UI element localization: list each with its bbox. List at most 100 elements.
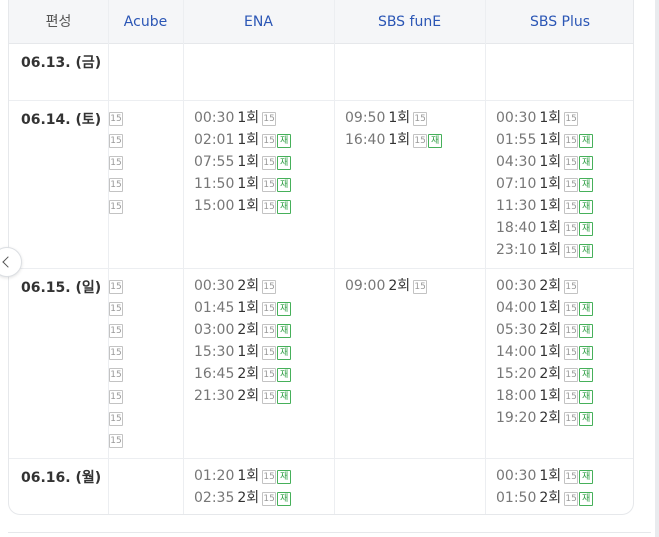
schedule-entry[interactable]: 09:00 2회 15	[345, 275, 428, 297]
schedule-entry[interactable]: 18:00 1회 15 재	[496, 385, 594, 407]
air-time: 19:20	[496, 410, 537, 426]
schedule-entry[interactable]: 21:30 2회 15 재	[194, 385, 292, 407]
rerun-badge: 재	[579, 412, 594, 426]
acube-entry[interactable]: 15	[109, 363, 123, 385]
acube-entry[interactable]: 15	[109, 385, 123, 407]
channel-header-sbs-plus[interactable]: SBS Plus	[485, 1, 633, 43]
schedule-table: 편성 Acube ENA SBS funE SBS Plus 06.13. (금…	[8, 0, 634, 515]
schedule-entry[interactable]: 09:50 1회 15	[345, 107, 428, 129]
schedule-entry[interactable]: 11:50 1회 15 재	[194, 173, 292, 195]
air-time: 09:50	[345, 110, 386, 126]
acube-entry[interactable]: 15	[109, 297, 123, 319]
rerun-badge: 재	[277, 134, 292, 148]
channel-header-ena[interactable]: ENA	[183, 1, 334, 43]
acube-entry[interactable]: 15	[109, 151, 123, 173]
rating-15-badge: 15	[564, 412, 579, 426]
rerun-badge: 재	[277, 346, 292, 360]
scrollbar[interactable]	[655, 0, 659, 537]
rating-15-badge: 15	[109, 302, 123, 316]
rerun-badge: 재	[277, 200, 292, 214]
schedule-entry[interactable]: 16:45 2회 15 재	[194, 363, 292, 385]
air-time: 00:30	[194, 278, 235, 294]
rating-15-badge: 15	[564, 134, 579, 148]
schedule-entry[interactable]: 11:30 1회 15 재	[496, 195, 594, 217]
acube-entry[interactable]: 15	[109, 341, 123, 363]
channel-header-acube[interactable]: Acube	[108, 1, 183, 43]
rating-15-badge: 15	[262, 324, 277, 338]
schedule-entry[interactable]: 15:20 2회 15 재	[496, 363, 594, 385]
schedule-entry[interactable]: 07:55 1회 15 재	[194, 151, 292, 173]
schedule-entry[interactable]: 15:00 1회 15 재	[194, 195, 292, 217]
schedule-entry[interactable]: 03:00 2회 15 재	[194, 319, 292, 341]
schedule-entry[interactable]: 04:30 1회 15 재	[496, 151, 594, 173]
acube-entry[interactable]: 15	[109, 107, 123, 129]
rating-15-badge: 15	[564, 470, 579, 484]
air-time: 07:55	[194, 154, 235, 170]
schedule-entry[interactable]: 14:00 1회 15 재	[496, 341, 594, 363]
air-time: 01:45	[194, 300, 235, 316]
rerun-badge: 재	[579, 156, 594, 170]
acube-entry[interactable]: 15	[109, 319, 123, 341]
rerun-badge: 재	[428, 134, 443, 148]
air-time: 00:30	[496, 278, 537, 294]
air-time: 02:01	[194, 132, 235, 148]
acube-entry[interactable]: 15	[109, 275, 123, 297]
rerun-badge: 재	[579, 244, 594, 258]
schedule-entry[interactable]: 05:30 2회 15 재	[496, 319, 594, 341]
schedule-entry[interactable]: 00:30 1회 15	[194, 107, 277, 129]
episode-number: 2회	[237, 490, 260, 506]
schedule-entry[interactable]: 23:10 1회 15 재	[496, 239, 594, 261]
episode-number: 1회	[237, 468, 260, 484]
acube-entry[interactable]: 15	[109, 407, 123, 429]
episode-number: 1회	[388, 110, 411, 126]
rating-15-badge: 15	[564, 112, 579, 126]
air-time: 11:50	[194, 176, 235, 192]
air-time: 16:45	[194, 366, 235, 382]
episode-number: 2회	[237, 388, 260, 404]
acube-entry[interactable]: 15	[109, 173, 123, 195]
air-time: 04:30	[496, 154, 537, 170]
schedule-entry[interactable]: 18:40 1회 15 재	[496, 217, 594, 239]
air-time: 18:40	[496, 220, 537, 236]
schedule-entry[interactable]: 00:30 1회 15	[496, 107, 579, 129]
rating-15-badge: 15	[564, 492, 579, 506]
schedule-entry[interactable]: 00:30 1회 15 재	[496, 465, 594, 487]
schedule-entry[interactable]: 19:20 2회 15 재	[496, 407, 594, 429]
rating-15-badge: 15	[262, 112, 277, 126]
rating-15-badge: 15	[564, 302, 579, 316]
air-time: 00:30	[496, 110, 537, 126]
episode-number: 1회	[539, 154, 562, 170]
air-time: 14:00	[496, 344, 537, 360]
air-time: 21:30	[194, 388, 235, 404]
rerun-badge: 재	[579, 200, 594, 214]
rating-15-badge: 15	[109, 434, 123, 448]
schedule-entry[interactable]: 04:00 1회 15 재	[496, 297, 594, 319]
schedule-entry[interactable]: 00:30 2회 15	[496, 275, 579, 297]
schedule-entry[interactable]: 01:50 2회 15 재	[496, 487, 594, 509]
rerun-badge: 재	[277, 302, 292, 316]
rating-15-badge: 15	[564, 200, 579, 214]
rerun-badge: 재	[579, 324, 594, 338]
schedule-entry[interactable]: 16:40 1회 15 재	[345, 129, 443, 151]
episode-number: 2회	[388, 278, 411, 294]
schedule-entry[interactable]: 02:35 2회 15 재	[194, 487, 292, 509]
schedule-entry[interactable]: 02:01 1회 15 재	[194, 129, 292, 151]
episode-number: 1회	[539, 132, 562, 148]
schedule-entry[interactable]: 15:30 1회 15 재	[194, 341, 292, 363]
air-time: 15:00	[194, 198, 235, 214]
channel-header-sbs-fune[interactable]: SBS funE	[334, 1, 485, 43]
schedule-entry[interactable]: 01:20 1회 15 재	[194, 465, 292, 487]
schedule-entry[interactable]: 00:30 2회 15	[194, 275, 277, 297]
air-time: 02:35	[194, 490, 235, 506]
acube-entry[interactable]: 15	[109, 129, 123, 151]
schedule-entry[interactable]: 01:55 1회 15 재	[496, 129, 594, 151]
air-time: 16:40	[345, 132, 386, 148]
schedule-entry[interactable]: 07:10 1회 15 재	[496, 173, 594, 195]
row-date: 06.16. (월)	[21, 470, 102, 486]
acube-entry[interactable]: 15	[109, 429, 123, 451]
rerun-badge: 재	[277, 368, 292, 382]
acube-entry[interactable]: 15	[109, 195, 123, 217]
schedule-entry[interactable]: 01:45 1회 15 재	[194, 297, 292, 319]
air-time: 01:20	[194, 468, 235, 484]
rating-15-badge: 15	[564, 222, 579, 236]
